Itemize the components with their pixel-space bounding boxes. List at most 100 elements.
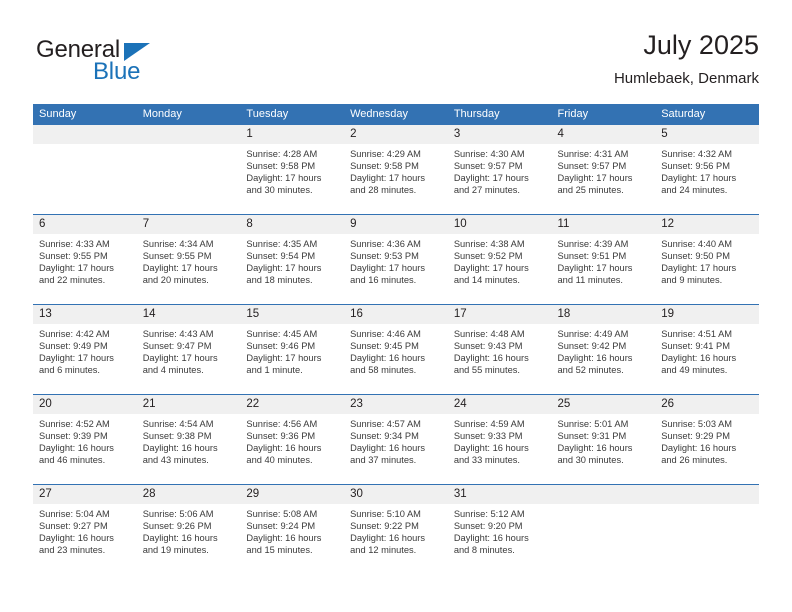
day-number-26[interactable]: 26: [655, 395, 759, 414]
day-number-20[interactable]: 20: [33, 395, 137, 414]
day-6-daylight-line: Daylight: 17 hours: [39, 263, 114, 274]
page-title: July 2025: [643, 30, 759, 60]
day-number-5[interactable]: 5: [655, 125, 759, 144]
weekday-header-saturday: Saturday: [661, 108, 706, 120]
day-number-17[interactable]: 17: [448, 305, 552, 324]
day-number-2[interactable]: 2: [344, 125, 448, 144]
day-number-7[interactable]: 7: [137, 215, 241, 234]
day-number-23[interactable]: 23: [344, 395, 448, 414]
day-cell-27[interactable]: Sunrise: 5:04 AM Sunset: 9:27 PM Daylight:…: [33, 504, 137, 574]
day-28-daylight-line: Daylight: 16 hours: [142, 533, 218, 544]
day-cell-18[interactable]: Sunrise: 4:49 AM Sunset: 9:42 PM Daylight:…: [552, 324, 656, 394]
day-10-sunset-line: Sunset: 9:52 PM: [453, 251, 523, 262]
day-number-6[interactable]: 6: [33, 215, 137, 234]
day-cell-8[interactable]: Sunrise: 4:35 AM Sunset: 9:54 PM Daylight:…: [240, 234, 344, 304]
day-number-1[interactable]: 1: [240, 125, 344, 144]
day-number-19[interactable]: 19: [655, 305, 759, 324]
day-cell-22[interactable]: Sunrise: 4:56 AM Sunset: 9:36 PM Daylight:…: [240, 414, 344, 484]
day-number-3[interactable]: 3: [448, 125, 552, 144]
day-23-daylight-line: and 37 minutes.: [350, 455, 417, 466]
calendar-week-row: 6 7 8 9 10 11 12 Sunrise: 4:33 AM Sunset: 9:55 P…: [33, 215, 759, 305]
day-cell-28[interactable]: Sunrise: 5:06 AM Sunset: 9:26 PM Daylight:…: [137, 504, 241, 574]
day-cell-17[interactable]: Sunrise: 4:48 AM Sunset: 9:43 PM Daylight:…: [448, 324, 552, 394]
day-cell-21[interactable]: Sunrise: 4:54 AM Sunset: 9:38 PM Daylight:…: [137, 414, 241, 484]
day-cell-2[interactable]: Sunrise: 4:29 AM Sunset: 9:58 PM Daylight:…: [344, 144, 448, 214]
day-cell-3[interactable]: Sunrise: 4:30 AM Sunset: 9:57 PM Daylight:…: [448, 144, 552, 214]
day-cell-16[interactable]: Sunrise: 4:46 AM Sunset: 9:45 PM Daylight:…: [344, 324, 448, 394]
day-number-4[interactable]: 4: [552, 125, 656, 144]
day-number-15[interactable]: 15: [240, 305, 344, 324]
calendar-week-row: 1 2 3 4 5 Sunrise: 4:28 AM Sunset: 9:58 PM Dayl…: [33, 125, 759, 215]
day-number-8[interactable]: 8: [240, 215, 344, 234]
day-number-28[interactable]: 28: [137, 485, 241, 504]
day-number-30[interactable]: 30: [344, 485, 448, 504]
day-12-sunrise-line: Sunrise: 4:40 AM: [661, 239, 733, 249]
day-cell-6[interactable]: Sunrise: 4:33 AM Sunset: 9:55 PM Daylight:…: [33, 234, 137, 304]
calendar-grid: Sunday Monday Tuesday Wednesday Thursday Frid…: [33, 104, 759, 574]
day-number-24[interactable]: 24: [448, 395, 552, 414]
day-12-daylight-line: and 9 minutes.: [661, 275, 723, 286]
day-number-18[interactable]: 18: [552, 305, 656, 324]
day-number-22[interactable]: 22: [240, 395, 344, 414]
day-cell-14[interactable]: Sunrise: 4:43 AM Sunset: 9:47 PM Daylight:…: [137, 324, 241, 394]
day-number-11[interactable]: 11: [552, 215, 656, 234]
day-7-sunset-line: Sunset: 9:55 PM: [142, 251, 212, 262]
day-21-daylight-line: and 43 minutes.: [142, 455, 209, 466]
day-cell-12[interactable]: Sunrise: 4:40 AM Sunset: 9:50 PM Daylight:…: [655, 234, 759, 304]
day-31-sunrise-line: Sunrise: 5:12 AM: [453, 509, 525, 519]
weekday-header-tuesday: Tuesday: [246, 108, 289, 120]
day-cell-1[interactable]: Sunrise: 4:28 AM Sunset: 9:58 PM Daylight:…: [240, 144, 344, 214]
week-detail-band: Sunrise: 4:33 AM Sunset: 9:55 PM Daylight:…: [33, 234, 759, 304]
day-13-sunrise-line: Sunrise: 4:42 AM: [39, 329, 110, 339]
day-number-25[interactable]: 25: [552, 395, 656, 414]
day-cell-4[interactable]: Sunrise: 4:31 AM Sunset: 9:57 PM Daylight:…: [552, 144, 656, 214]
day-4-daylight-line: Daylight: 17 hours: [557, 173, 633, 184]
day-cell-26[interactable]: Sunrise: 5:03 AM Sunset: 9:29 PM Daylight:…: [655, 414, 759, 484]
day-number-13[interactable]: 13: [33, 305, 137, 324]
day-number-29[interactable]: 29: [240, 485, 344, 504]
day-cell-9[interactable]: Sunrise: 4:36 AM Sunset: 9:53 PM Daylight:…: [344, 234, 448, 304]
day-cell-30[interactable]: Sunrise: 5:10 AM Sunset: 9:22 PM Daylight:…: [344, 504, 448, 574]
day-cell-23[interactable]: Sunrise: 4:57 AM Sunset: 9:34 PM Daylight:…: [344, 414, 448, 484]
day-9-daylight-line: Daylight: 17 hours: [350, 263, 426, 274]
title-block: July 2025 Humlebaek, Denmark: [614, 28, 759, 90]
day-number-10[interactable]: 10: [448, 215, 552, 234]
day-cell-13[interactable]: Sunrise: 4:42 AM Sunset: 9:49 PM Daylight:…: [33, 324, 137, 394]
day-number-14[interactable]: 14: [137, 305, 241, 324]
day-31-daylight-line: and 8 minutes.: [453, 545, 515, 556]
day-21-sunset-line: Sunset: 9:38 PM: [142, 431, 212, 442]
day-number-27[interactable]: 27: [33, 485, 137, 504]
day-18-daylight-line: and 52 minutes.: [557, 365, 624, 376]
day-27-sunrise-line: Sunrise: 5:04 AM: [39, 509, 110, 519]
day-cell-5[interactable]: Sunrise: 4:32 AM Sunset: 9:56 PM Daylight:…: [655, 144, 759, 214]
day-cell-31[interactable]: Sunrise: 5:12 AM Sunset: 9:20 PM Daylight:…: [448, 504, 552, 574]
general-blue-logo[interactable]: General Blue: [36, 36, 216, 92]
day-26-daylight-line: and 26 minutes.: [661, 455, 728, 466]
day-29-daylight-line: Daylight: 16 hours: [246, 533, 322, 544]
day-19-sunrise-line: Sunrise: 4:51 AM: [661, 329, 733, 339]
week-day-number-band: 6 7 8 9 10 11 12: [33, 215, 759, 234]
day-13-daylight-line: and 6 minutes.: [39, 365, 100, 376]
day-number-16[interactable]: 16: [344, 305, 448, 324]
day-17-daylight-line: and 55 minutes.: [453, 365, 520, 376]
day-number-21[interactable]: 21: [137, 395, 241, 414]
day-cell-24[interactable]: Sunrise: 4:59 AM Sunset: 9:33 PM Daylight:…: [448, 414, 552, 484]
day-cell-15[interactable]: Sunrise: 4:45 AM Sunset: 9:46 PM Daylight:…: [240, 324, 344, 394]
day-number-12[interactable]: 12: [655, 215, 759, 234]
day-cell-19[interactable]: Sunrise: 4:51 AM Sunset: 9:41 PM Daylight:…: [655, 324, 759, 394]
day-cell-29[interactable]: Sunrise: 5:08 AM Sunset: 9:24 PM Daylight:…: [240, 504, 344, 574]
day-15-sunset-line: Sunset: 9:46 PM: [246, 341, 316, 352]
day-11-daylight-line: and 11 minutes.: [557, 275, 623, 286]
day-cell-11[interactable]: Sunrise: 4:39 AM Sunset: 9:51 PM Daylight:…: [552, 234, 656, 304]
day-15-sunrise-line: Sunrise: 4:45 AM: [246, 329, 318, 339]
day-cell-20[interactable]: Sunrise: 4:52 AM Sunset: 9:39 PM Daylight:…: [33, 414, 137, 484]
day-17-daylight-line: Daylight: 16 hours: [453, 353, 529, 364]
day-10-daylight-line: Daylight: 17 hours: [453, 263, 529, 274]
day-number-9[interactable]: 9: [344, 215, 448, 234]
day-23-sunrise-line: Sunrise: 4:57 AM: [350, 419, 421, 429]
day-cell-25[interactable]: Sunrise: 5:01 AM Sunset: 9:31 PM Daylight:…: [552, 414, 656, 484]
day-number-31[interactable]: 31: [448, 485, 552, 504]
day-9-sunset-line: Sunset: 9:53 PM: [350, 251, 419, 262]
day-cell-7[interactable]: Sunrise: 4:34 AM Sunset: 9:55 PM Daylight:…: [137, 234, 241, 304]
day-cell-10[interactable]: Sunrise: 4:38 AM Sunset: 9:52 PM Daylight:…: [448, 234, 552, 304]
